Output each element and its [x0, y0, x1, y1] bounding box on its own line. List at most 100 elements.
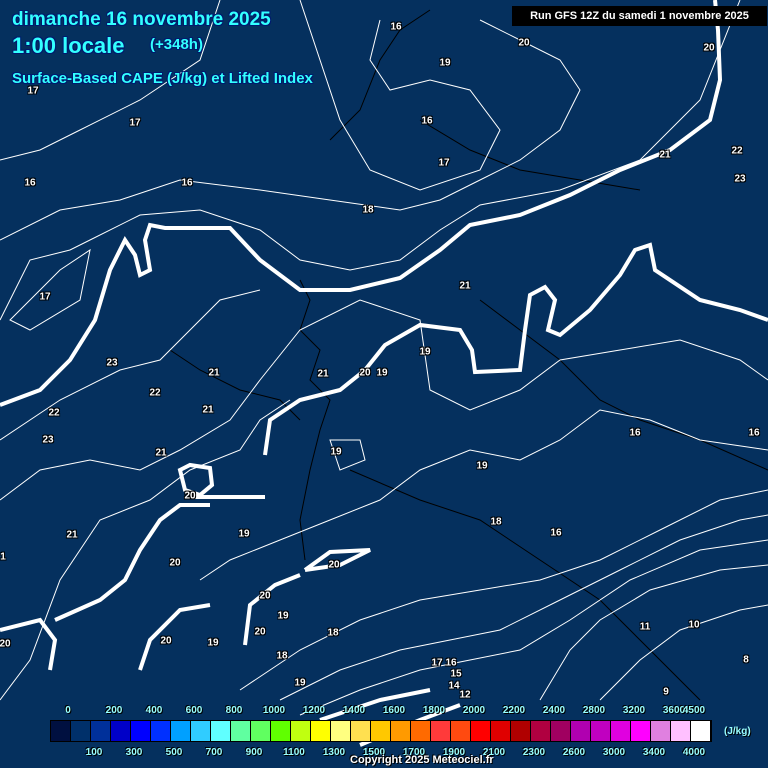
legend-tick-bottom: 900	[245, 747, 263, 758]
legend-tick-top: 2800	[582, 705, 606, 716]
contour-label: 20	[160, 635, 172, 647]
legend-tick-top: 3200	[622, 705, 646, 716]
contour-label: 22	[48, 407, 60, 419]
legend-swatch	[631, 721, 651, 741]
legend-tick-top: 0	[65, 705, 71, 716]
contour-label: 16	[390, 21, 402, 33]
contour-label: 17	[431, 657, 443, 669]
legend-swatch	[591, 721, 611, 741]
legend-swatch	[191, 721, 211, 741]
legend-tick-bottom: 500	[165, 747, 183, 758]
legend-tick-top: 2000	[462, 705, 486, 716]
contour-label: 20	[169, 557, 181, 569]
contour-label: 19	[439, 57, 451, 69]
forecast-date: dimanche 16 novembre 2025	[12, 9, 271, 30]
contour-label: 1	[0, 551, 6, 563]
contour-label: 19	[238, 528, 250, 540]
contour-label: 18	[276, 650, 288, 662]
legend-tick-top: 1600	[382, 705, 406, 716]
legend-swatch	[271, 721, 291, 741]
contour-label: 10	[688, 619, 700, 631]
forecast-time: 1:00 locale	[12, 33, 125, 58]
legend-tick-bottom: 1100	[283, 747, 305, 758]
legend-swatch	[91, 721, 111, 741]
contour-label: 21	[317, 368, 329, 380]
contour-label: 21	[459, 280, 471, 292]
legend-tick-top: 800	[225, 705, 243, 716]
legend-swatch	[571, 721, 591, 741]
contour-label: 16	[550, 527, 562, 539]
legend-tick-top: 2200	[502, 705, 526, 716]
contour-label: 19	[277, 610, 289, 622]
contour-label: 16	[24, 177, 36, 189]
legend-swatch	[51, 721, 71, 741]
legend-swatch	[471, 721, 491, 741]
legend-swatch	[371, 721, 391, 741]
contour-label: 20	[254, 626, 266, 638]
contour-map	[0, 0, 768, 747]
contour-label: 16	[629, 427, 641, 439]
contour-label: 17	[438, 157, 450, 169]
legend-swatch	[71, 721, 91, 741]
legend-swatch	[291, 721, 311, 741]
contour-label: 23	[42, 434, 54, 446]
contour-label: 18	[490, 516, 502, 528]
legend-swatch	[411, 721, 431, 741]
run-info: Run GFS 12Z du samedi 1 novembre 2025	[512, 6, 767, 26]
forecast-lead-time: (+348h)	[150, 36, 203, 53]
legend-tick-bottom: 4000	[682, 747, 706, 758]
contour-label: 16	[421, 115, 433, 127]
legend-tick-bottom: 3000	[602, 747, 626, 758]
legend-tick-top: 3600	[662, 705, 686, 716]
legend-swatch	[531, 721, 551, 741]
legend-tick-bottom: 1300	[322, 747, 346, 758]
legend-swatch	[251, 721, 271, 741]
legend-swatch	[431, 721, 451, 741]
legend-tick-top: 200	[105, 705, 123, 716]
legend-swatch	[491, 721, 511, 741]
legend-swatch	[671, 721, 691, 741]
legend-swatch	[551, 721, 571, 741]
contour-label: 19	[376, 367, 388, 379]
legend-tick-top: 1000	[262, 705, 286, 716]
contour-label: 20	[703, 42, 715, 54]
contour-label: 20	[518, 37, 530, 49]
legend-swatch	[451, 721, 471, 741]
legend-swatch	[331, 721, 351, 741]
color-legend-bar	[50, 720, 712, 742]
legend-tick-bottom: 700	[205, 747, 223, 758]
contour-label: 15	[450, 668, 462, 680]
contour-label: 16	[181, 177, 193, 189]
contour-label: 19	[207, 637, 219, 649]
contour-label: 19	[419, 346, 431, 358]
legend-tick-bottom: 2300	[522, 747, 546, 758]
legend-tick-bottom: 2600	[562, 747, 586, 758]
legend-swatch	[651, 721, 671, 741]
contour-label: 18	[362, 204, 374, 216]
legend-tick-top: 1400	[342, 705, 366, 716]
contour-label: 21	[659, 149, 671, 161]
contour-label: 19	[476, 460, 488, 472]
copyright: Copyright 2025 Meteociel.fr	[350, 754, 494, 766]
legend-tick-top: 2400	[542, 705, 566, 716]
legend-swatch	[171, 721, 191, 741]
legend-swatch	[111, 721, 131, 741]
legend-tick-top: 1800	[422, 705, 446, 716]
legend-swatch	[611, 721, 631, 741]
contour-label: 16	[748, 427, 760, 439]
legend-unit: (J/kg)	[724, 726, 751, 737]
contour-label: 14	[448, 680, 460, 692]
contour-label: 23	[106, 357, 118, 369]
contour-label: 20	[359, 367, 371, 379]
legend-swatch	[351, 721, 371, 741]
contour-label: 18	[327, 627, 339, 639]
contour-label: 20	[0, 638, 11, 650]
legend-tick-top: 600	[185, 705, 203, 716]
legend-swatch	[311, 721, 331, 741]
contour-label: 22	[731, 145, 743, 157]
contour-label: 23	[734, 173, 746, 185]
legend-tick-top: 1200	[302, 705, 326, 716]
legend-swatch	[211, 721, 231, 741]
legend-swatch	[231, 721, 251, 741]
legend-tick-bottom: 300	[125, 747, 143, 758]
